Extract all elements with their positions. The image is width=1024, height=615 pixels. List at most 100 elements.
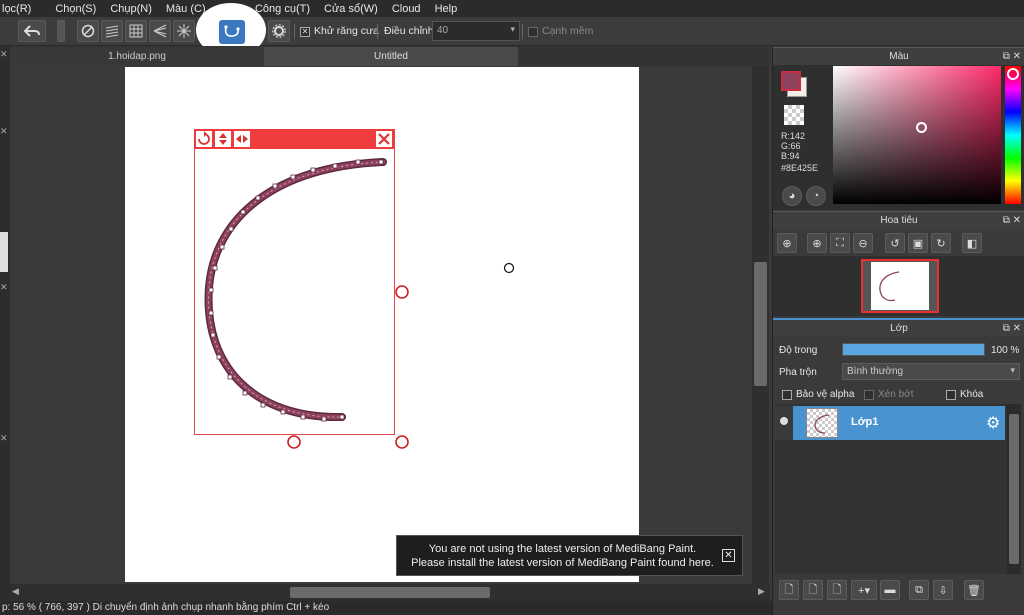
new-layer-button[interactable]: 🗋 <box>779 580 799 600</box>
resize-handle-right[interactable] <box>395 285 409 299</box>
adjust-label: Điều chỉnh <box>384 25 434 37</box>
layer-list-scroll-thumb[interactable] <box>1009 414 1019 564</box>
zoom-icon: ⊕ <box>782 237 792 250</box>
adjust-select[interactable]: 40 ▾ <box>432 21 520 41</box>
color-panel-header: Màu ⧉ ✕ <box>773 47 1024 65</box>
resize-handle-bottom[interactable] <box>287 435 301 449</box>
flip-horizontal-icon[interactable] <box>234 131 250 147</box>
scroll-left-icon[interactable]: ◀ <box>12 586 19 597</box>
menu-help[interactable]: Help <box>429 3 464 15</box>
fit-screen-button[interactable]: ⛶ <box>830 233 850 253</box>
horizontal-scroll-thumb[interactable] <box>290 587 490 598</box>
hue-cursor[interactable] <box>1007 68 1019 80</box>
grid-snap-button[interactable] <box>125 20 147 42</box>
grid-icon <box>129 24 143 38</box>
transparent-color-swatch[interactable] <box>784 105 804 125</box>
radial-snap-button[interactable] <box>173 20 195 42</box>
panel-float-close-icons[interactable]: ⧉ ✕ <box>1003 320 1021 337</box>
picker-cursor[interactable] <box>916 122 927 133</box>
protect-alpha-checkbox[interactable] <box>782 390 792 400</box>
panel-float-close-icons[interactable]: ⧉ ✕ <box>1003 48 1021 65</box>
menu-tools[interactable]: Công cụ(T) <box>249 3 316 15</box>
zoom-out-button[interactable]: ⊖ <box>853 233 873 253</box>
no-snap-button[interactable] <box>77 20 99 42</box>
zoom-fit-button[interactable]: ⊕ <box>777 233 797 253</box>
left-collapse-icon[interactable]: ✕ <box>0 433 8 444</box>
menu-select[interactable]: Chọn(S) <box>49 3 102 15</box>
tab-hoidap[interactable]: 1.hoidap.png <box>10 47 264 66</box>
vertical-scroll-thumb[interactable] <box>754 262 767 386</box>
layer-visibility-toggle[interactable] <box>775 406 793 440</box>
soft-edge-checkbox[interactable] <box>528 27 538 37</box>
panel-float-close-icons[interactable]: ⧉ ✕ <box>1003 212 1021 229</box>
layer-row[interactable]: Lớp1 ⚙ <box>775 406 1005 440</box>
left-collapse-icon[interactable]: ✕ <box>0 126 8 137</box>
toolbar-grip <box>57 20 65 42</box>
new-layer-icon: 🗋 <box>784 583 794 596</box>
update-notification[interactable]: You are not using the latest version of … <box>396 535 743 576</box>
rgb-readout: R:142 G:66 B:94 #8E425E <box>781 131 818 173</box>
fit-screen-icon: ⛶ <box>836 236 844 249</box>
palette-button[interactable]: ◕ <box>782 186 802 206</box>
rotate-icon[interactable] <box>196 131 212 147</box>
green-value: G:66 <box>781 141 801 151</box>
rotate-left-button[interactable]: ↺ <box>885 233 905 253</box>
clip-checkbox[interactable] <box>864 390 874 400</box>
snap-settings-button[interactable] <box>268 20 290 42</box>
duplicate-icon: ⧉ <box>915 583 923 596</box>
layer-thumbnail <box>806 408 838 438</box>
folder-icon: ▬ <box>884 584 896 596</box>
new-layer-1bit-button[interactable]: 🗋 <box>827 580 847 600</box>
duplicate-layer-button[interactable]: ⧉ <box>909 580 929 600</box>
rotate-left-icon: ↺ <box>890 237 900 250</box>
curve-snap-button[interactable] <box>219 20 245 44</box>
saturation-value-picker[interactable] <box>833 66 1001 204</box>
lock-checkbox[interactable] <box>946 390 956 400</box>
blend-mode-select[interactable]: Bình thường ▾ <box>842 363 1020 380</box>
curve-stroke[interactable] <box>206 159 386 420</box>
zoom-out-icon: ⊖ <box>858 237 868 250</box>
flip-view-icon: ◧ <box>966 237 978 250</box>
flip-view-button[interactable]: ◧ <box>962 233 982 253</box>
rotate-right-button[interactable]: ↻ <box>931 233 951 253</box>
delete-layer-button[interactable]: 🗑 <box>964 580 984 600</box>
tab-untitled[interactable]: Untitled <box>264 47 518 66</box>
foreground-color-swatch[interactable] <box>781 71 801 91</box>
menu-filter[interactable]: lọc(R) <box>0 3 37 15</box>
navigator-preview-area <box>773 256 1024 316</box>
menu-window[interactable]: Cửa sổ(W) <box>318 3 384 15</box>
close-icon[interactable]: ✕ <box>722 549 735 562</box>
left-collapse-icon[interactable]: ✕ <box>0 49 8 60</box>
opacity-slider[interactable] <box>842 343 985 356</box>
merge-layer-button[interactable]: ⇩ <box>933 580 953 600</box>
new-layer-8bit-button[interactable]: 🗋 <box>803 580 823 600</box>
menu-cloud[interactable]: Cloud <box>386 3 427 15</box>
layer-list-scrollbar[interactable] <box>1007 404 1021 574</box>
zoom-in-button[interactable]: ⊕ <box>807 233 827 253</box>
navigator-thumbnail[interactable] <box>861 259 939 313</box>
scroll-right-icon[interactable]: ▶ <box>758 586 765 597</box>
blend-label: Pha trộn <box>779 367 817 378</box>
vertical-scrollbar[interactable] <box>752 66 769 584</box>
palette-settings-button[interactable]: ◔ <box>806 186 826 206</box>
layer-thumb-curve <box>814 414 830 434</box>
parallel-snap-button[interactable] <box>101 20 123 42</box>
antialias-checkbox[interactable]: ✕ <box>300 27 310 37</box>
new-folder-button[interactable]: ▬ <box>880 580 900 600</box>
horizontal-scrollbar[interactable]: ◀ ▶ <box>10 584 770 601</box>
undo-button[interactable] <box>18 20 46 42</box>
curve-icon <box>224 25 240 37</box>
flip-vertical-icon[interactable] <box>215 131 231 147</box>
trash-icon: 🗑 <box>967 584 981 597</box>
drawing-canvas[interactable] <box>125 67 639 582</box>
close-icon[interactable] <box>376 131 392 147</box>
reset-view-button[interactable]: ▣ <box>908 233 928 253</box>
hue-slider[interactable] <box>1005 66 1021 204</box>
layer-settings-icon[interactable]: ⚙ <box>986 413 1000 433</box>
left-collapse-icon[interactable]: ✕ <box>0 282 8 293</box>
perspective-snap-button[interactable] <box>149 20 171 42</box>
menu-snap[interactable]: Chụp(N) <box>104 3 158 15</box>
add-layer-menu-button[interactable]: +▾ <box>851 580 877 600</box>
resize-handle-corner[interactable] <box>395 435 409 449</box>
no-snap-icon <box>81 24 95 38</box>
